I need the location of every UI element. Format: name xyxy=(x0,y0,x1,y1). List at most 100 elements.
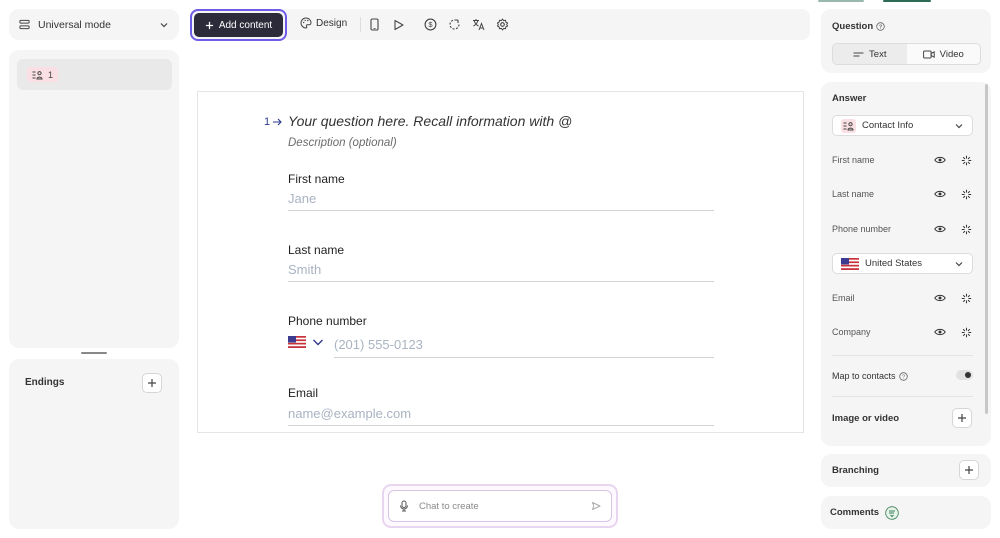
tab-text[interactable]: Text xyxy=(833,44,907,64)
plus-icon xyxy=(964,465,974,475)
answer-field-email: Email xyxy=(832,291,973,305)
chat-input[interactable]: Chat to create xyxy=(419,501,591,512)
svg-text:$: $ xyxy=(428,20,433,29)
mobile-preview-icon[interactable] xyxy=(367,17,382,32)
endings-title: Endings xyxy=(25,377,65,388)
svg-text:?: ? xyxy=(902,374,905,380)
answer-panel-title: Answer xyxy=(832,93,867,104)
toolbar: Add content Design $ xyxy=(190,9,810,41)
mode-selector[interactable]: Universal mode xyxy=(9,9,179,40)
asterisk-icon[interactable] xyxy=(959,155,973,166)
answer-type-value: Contact Info xyxy=(862,120,914,131)
page-number: 1 xyxy=(48,69,54,80)
divider xyxy=(832,355,973,356)
map-to-contacts-row: Map to contacts ? xyxy=(832,370,973,381)
help-icon[interactable]: ? xyxy=(898,371,908,381)
question-description-input[interactable]: Description (optional) xyxy=(288,137,397,149)
logic-icon[interactable] xyxy=(447,17,462,32)
settings-icon[interactable] xyxy=(495,17,510,32)
answer-field-last-name: Last name xyxy=(832,187,973,201)
tab-text-label: Text xyxy=(869,48,887,60)
answer-settings-panel: Answer Contact Info First name Last name… xyxy=(821,82,991,446)
comments-label: Comments xyxy=(830,507,880,518)
us-flag-icon xyxy=(841,257,859,270)
add-image-or-video-button[interactable] xyxy=(952,408,972,428)
question-panel-title-text: Question xyxy=(832,21,874,32)
eye-icon[interactable] xyxy=(933,225,947,233)
resize-handle[interactable] xyxy=(81,352,107,354)
tab-video-label: Video xyxy=(939,48,964,60)
chat-box: Chat to create xyxy=(382,484,618,528)
eye-icon[interactable] xyxy=(933,190,947,198)
first-name-field[interactable]: Jane xyxy=(288,189,714,211)
play-icon[interactable] xyxy=(391,17,406,32)
answer-field-phone-number: Phone number xyxy=(832,222,973,236)
chevron-down-icon[interactable] xyxy=(312,337,324,347)
pages-panel: 1 xyxy=(9,50,179,348)
video-camera-icon xyxy=(922,50,935,59)
image-or-video-label: Image or video xyxy=(832,413,900,424)
phone-number-field[interactable]: (201) 555-0123 xyxy=(334,332,714,358)
mode-label: Universal mode xyxy=(38,18,111,31)
help-icon[interactable]: ? xyxy=(876,22,885,31)
add-content-button[interactable]: Add content xyxy=(194,13,283,37)
map-to-contacts-label: Map to contacts xyxy=(832,371,896,381)
contact-info-icon xyxy=(32,70,43,80)
email-label: Email xyxy=(288,386,319,400)
add-branching-button[interactable] xyxy=(959,460,979,480)
question-title-input[interactable]: Your question here. Recall information w… xyxy=(288,113,572,129)
text-lines-icon xyxy=(853,51,864,58)
sidebar-scrollbar[interactable] xyxy=(985,84,988,414)
asterisk-icon[interactable] xyxy=(959,189,973,200)
country-select[interactable]: United States xyxy=(832,253,973,274)
chat-input-wrapper[interactable]: Chat to create xyxy=(388,490,612,522)
endings-panel: Endings xyxy=(9,359,179,529)
design-label: Design xyxy=(316,17,348,29)
phone-number-row: (201) 555-0123 xyxy=(288,332,714,358)
question-number: 1 xyxy=(264,116,282,128)
send-icon[interactable] xyxy=(591,501,601,511)
question-card[interactable]: 1 Your question here. Recall information… xyxy=(197,91,804,433)
add-ending-button[interactable] xyxy=(142,373,162,393)
asterisk-icon[interactable] xyxy=(959,327,973,338)
question-type-toggle: Text Video xyxy=(832,43,981,65)
design-button[interactable]: Design xyxy=(300,17,347,29)
answer-type-select[interactable]: Contact Info xyxy=(832,115,973,136)
add-content-focus-ring: Add content xyxy=(190,9,287,41)
question-settings-panel: Question ? Text Video xyxy=(821,9,991,73)
question-panel-title: Question ? xyxy=(832,21,885,32)
question-number-text: 1 xyxy=(264,116,271,128)
answer-field-label: Company xyxy=(832,327,871,337)
asterisk-icon[interactable] xyxy=(959,293,973,304)
tab-video[interactable]: Video xyxy=(907,44,981,64)
comments-panel[interactable]: Comments xyxy=(821,496,991,529)
answer-field-label: Phone number xyxy=(832,224,892,234)
answer-field-label: First name xyxy=(832,155,875,165)
page-badge: 1 xyxy=(27,67,59,82)
asterisk-icon[interactable] xyxy=(959,224,973,235)
first-name-label: First name xyxy=(288,172,345,186)
translate-icon[interactable] xyxy=(471,17,486,32)
chevron-down-icon xyxy=(954,121,964,131)
toolbar-divider xyxy=(360,17,361,32)
plus-icon xyxy=(205,21,214,30)
branching-panel: Branching xyxy=(821,454,991,487)
eye-icon[interactable] xyxy=(933,156,947,164)
map-to-contacts-toggle[interactable] xyxy=(956,370,973,380)
dollar-icon[interactable]: $ xyxy=(423,17,438,32)
branching-label: Branching xyxy=(832,465,879,476)
phone-number-label: Phone number xyxy=(288,314,367,328)
email-field[interactable]: name@example.com xyxy=(288,404,714,426)
chevron-down-icon xyxy=(159,20,169,30)
microphone-icon[interactable] xyxy=(399,500,409,512)
eye-icon[interactable] xyxy=(933,328,947,336)
add-content-label: Add content xyxy=(218,19,273,31)
stack-icon xyxy=(19,19,30,30)
eye-icon[interactable] xyxy=(933,294,947,302)
answer-field-label: Email xyxy=(832,293,855,303)
us-flag-icon[interactable] xyxy=(288,336,306,348)
divider xyxy=(832,396,973,397)
last-name-field[interactable]: Smith xyxy=(288,260,714,282)
plus-icon xyxy=(147,378,157,388)
page-item[interactable]: 1 xyxy=(17,59,172,90)
